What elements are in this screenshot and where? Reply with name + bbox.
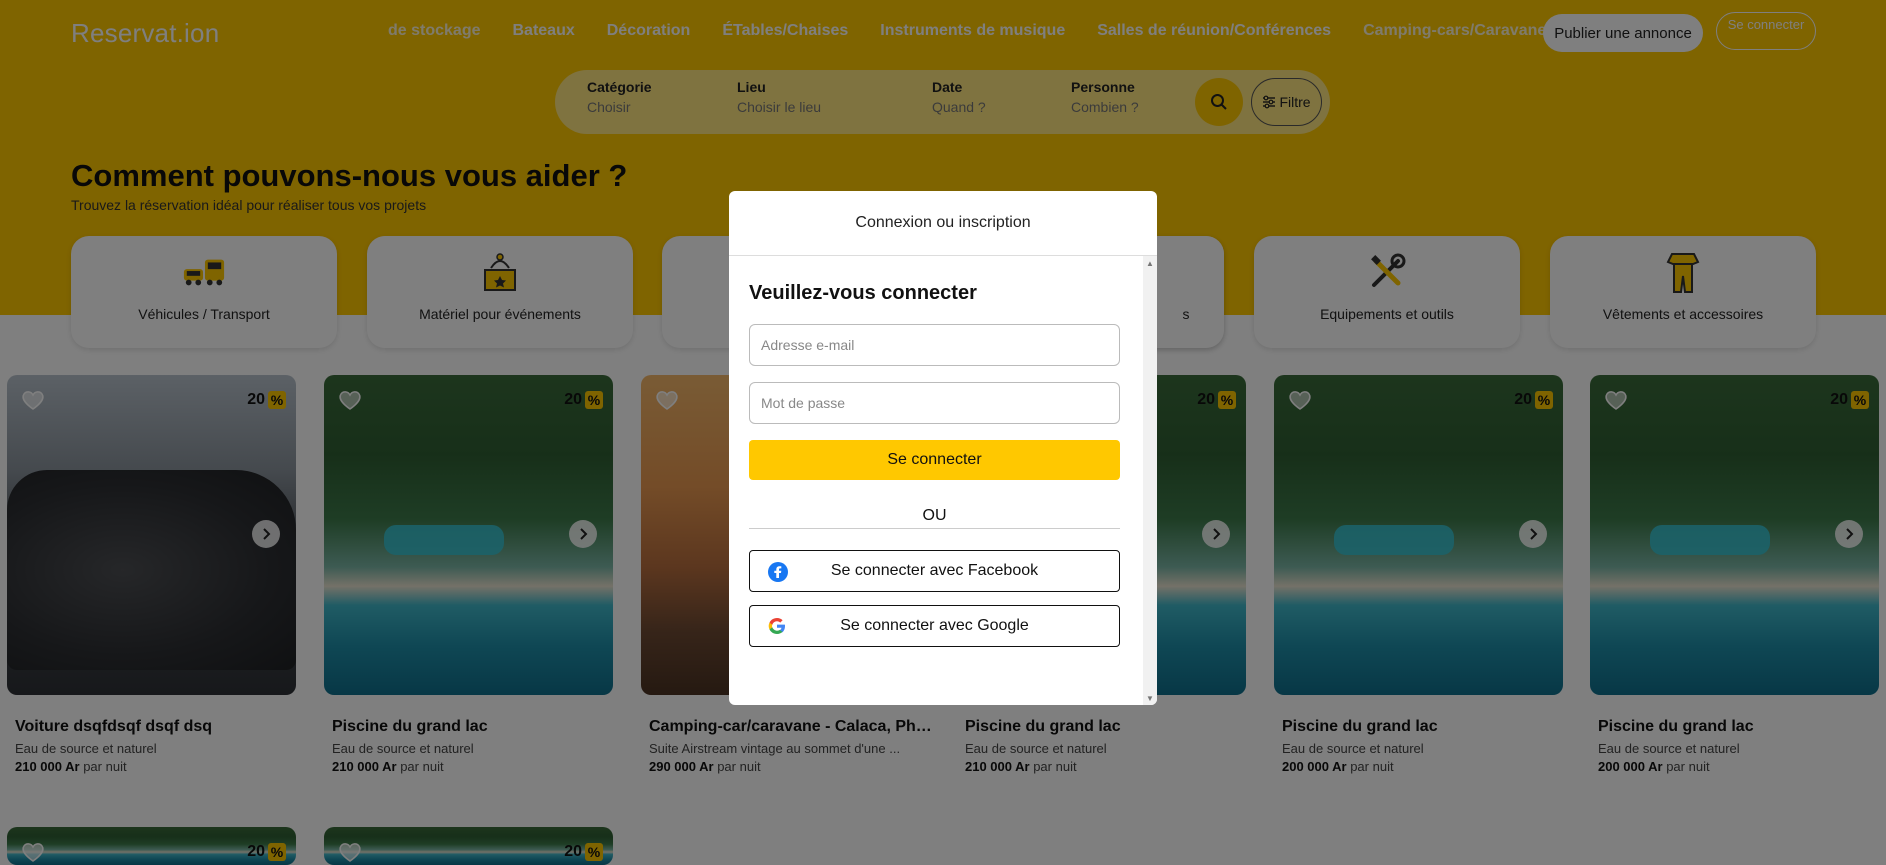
modal-title: Connexion ou inscription [729, 191, 1157, 256]
login-heading: Veuillez-vous connecter [749, 282, 977, 304]
login-modal: Connexion ou inscription Veuillez-vous c… [729, 191, 1157, 705]
scroll-down-icon[interactable]: ▼ [1143, 691, 1157, 705]
modal-scrollbar[interactable]: ▲ ▼ [1143, 256, 1157, 705]
scroll-up-icon[interactable]: ▲ [1143, 256, 1157, 270]
google-login-label: Se connecter avec Google [840, 617, 1029, 634]
facebook-icon [768, 562, 788, 587]
password-field[interactable]: Mot de passe [749, 382, 1120, 424]
facebook-login-button[interactable]: Se connecter avec Facebook [749, 550, 1120, 592]
modal-body: Veuillez-vous connecter Adresse e-mail M… [729, 282, 1157, 647]
google-login-button[interactable]: Se connecter avec Google [749, 605, 1120, 647]
email-field[interactable]: Adresse e-mail [749, 324, 1120, 366]
or-divider: OU [749, 507, 1120, 529]
email-placeholder: Adresse e-mail [761, 337, 855, 353]
login-submit-button[interactable]: Se connecter [749, 440, 1120, 480]
facebook-login-label: Se connecter avec Facebook [830, 562, 1039, 579]
google-icon [768, 617, 786, 640]
password-placeholder: Mot de passe [761, 395, 846, 411]
